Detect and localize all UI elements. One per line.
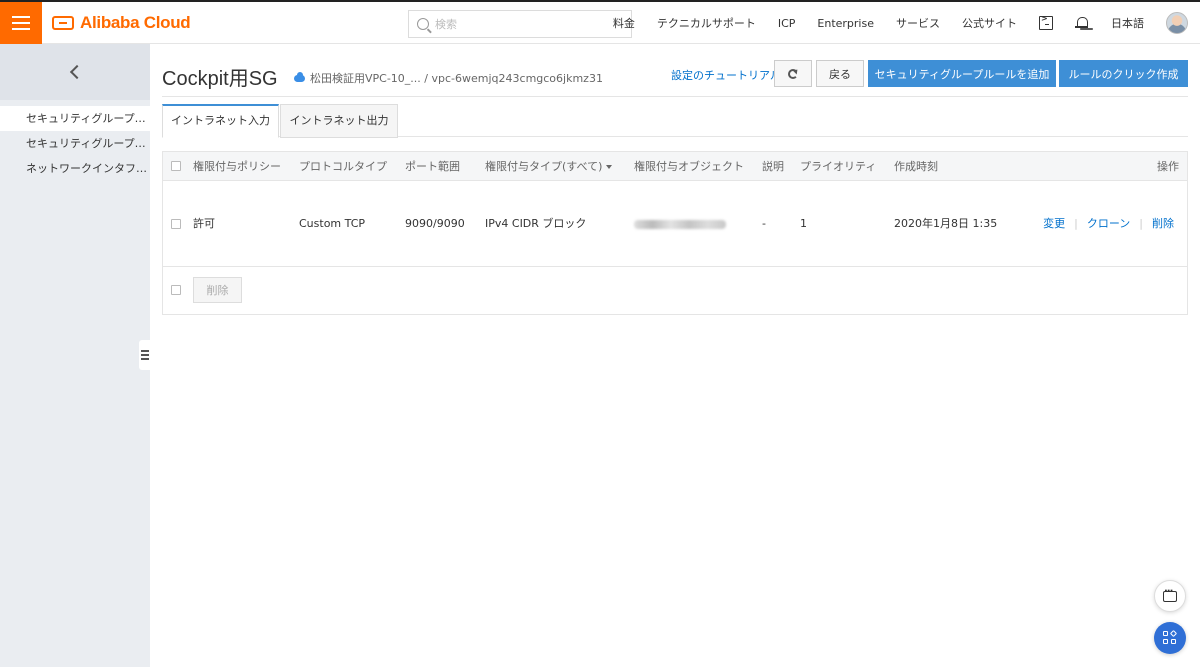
modify-link[interactable]: 変更 bbox=[1043, 217, 1065, 230]
header-actions: 操作 bbox=[1157, 160, 1179, 173]
logo-text: Alibaba Cloud bbox=[80, 13, 191, 32]
apps-grid-icon bbox=[1163, 629, 1178, 645]
header-priority: プライオリティ bbox=[800, 160, 877, 173]
sidebar-collapse-handle[interactable] bbox=[139, 340, 151, 370]
divider bbox=[162, 96, 1188, 97]
header-auth-type-filter[interactable]: 権限付与タイプ(すべて) bbox=[485, 152, 613, 181]
cell-created: 2020年1月8日 1:35 bbox=[894, 217, 998, 230]
refresh-button[interactable] bbox=[774, 60, 812, 87]
action-separator: | bbox=[1074, 217, 1078, 230]
table-header: 権限付与ポリシー プロトコルタイプ ポート範囲 権限付与タイプ(すべて) 権限付… bbox=[163, 152, 1187, 181]
page-title: Cockpit用SG bbox=[162, 68, 278, 90]
cell-protocol: Custom TCP bbox=[299, 217, 366, 230]
header-created: 作成時刻 bbox=[894, 160, 938, 173]
sidebar-item-security-group-rules[interactable]: セキュリティグループ… bbox=[0, 106, 150, 131]
top-bar: Alibaba Cloud 料金 テクニカルサポート ICP Enterpris… bbox=[0, 0, 1200, 44]
search-icon bbox=[417, 18, 429, 30]
table-footer: 削除 bbox=[163, 267, 1187, 314]
tutorial-link[interactable]: 設定のチュートリアル bbox=[671, 67, 781, 83]
cell-priority: 1 bbox=[800, 217, 807, 230]
header-auth-type: 権限付与タイプ(すべて) bbox=[485, 160, 603, 173]
alibaba-cloud-logo[interactable]: Alibaba Cloud bbox=[52, 13, 191, 33]
table-row: 許可 Custom TCP 9090/9090 IPv4 CIDR ブロック -… bbox=[163, 181, 1187, 267]
search-input[interactable] bbox=[435, 17, 615, 31]
chevron-left-icon bbox=[69, 64, 85, 80]
tabs: イントラネット入力 イントラネット出力 bbox=[162, 104, 1188, 138]
cell-policy: 許可 bbox=[193, 217, 215, 230]
cloud-icon bbox=[294, 71, 305, 82]
nav-support[interactable]: テクニカルサポート bbox=[657, 15, 756, 31]
bulk-delete-button[interactable]: 削除 bbox=[193, 277, 242, 303]
sidebar-item-security-group-instances[interactable]: セキュリティグループ… bbox=[0, 131, 150, 156]
delete-link[interactable]: 削除 bbox=[1152, 217, 1174, 230]
nav-pricing[interactable]: 料金 bbox=[613, 15, 635, 31]
language-selector[interactable]: 日本語 bbox=[1111, 15, 1144, 31]
quick-create-button[interactable]: ルールのクリック作成 bbox=[1059, 60, 1188, 87]
clone-link[interactable]: クローン bbox=[1087, 217, 1130, 230]
redacted-ip bbox=[634, 219, 726, 229]
row-checkbox[interactable] bbox=[171, 219, 181, 229]
cell-auth-object bbox=[634, 181, 726, 267]
nav-official-site[interactable]: 公式サイト bbox=[962, 15, 1017, 31]
vpc-info-text: 松田検証用VPC-10_... / vpc-6wemjq243cmgco6jkm… bbox=[310, 72, 603, 85]
sidebar-list: セキュリティグループ… セキュリティグループ… ネットワークインタフ… bbox=[0, 106, 150, 181]
caret-down-icon bbox=[606, 165, 613, 169]
header-port: ポート範囲 bbox=[405, 160, 460, 173]
nav-enterprise[interactable]: Enterprise bbox=[817, 17, 874, 30]
refresh-icon bbox=[788, 68, 798, 79]
cell-auth-type: IPv4 CIDR ブロック bbox=[485, 217, 587, 230]
bell-icon[interactable] bbox=[1075, 16, 1089, 30]
menu-icon[interactable] bbox=[0, 2, 42, 44]
nav-services[interactable]: サービス bbox=[896, 15, 940, 31]
header-protocol: プロトコルタイプ bbox=[299, 160, 387, 173]
header-auth-object: 権限付与オブジェクト bbox=[634, 160, 744, 173]
header-policy: 権限付与ポリシー bbox=[193, 160, 281, 173]
sidebar-item-network-interfaces[interactable]: ネットワークインタフ… bbox=[0, 156, 150, 181]
chat-icon bbox=[1163, 586, 1177, 602]
rules-table: 権限付与ポリシー プロトコルタイプ ポート範囲 権限付与タイプ(すべて) 権限付… bbox=[162, 151, 1188, 315]
row-actions: 変更 | クローン | 削除 bbox=[1043, 181, 1174, 267]
action-separator: | bbox=[1139, 217, 1143, 230]
add-rule-button[interactable]: セキュリティグループルールを追加 bbox=[868, 60, 1056, 87]
top-nav: 料金 テクニカルサポート ICP Enterprise サービス 公式サイト 日… bbox=[613, 2, 1200, 44]
select-all-checkbox[interactable] bbox=[171, 161, 181, 171]
sidebar: セキュリティグループ… セキュリティグループ… ネットワークインタフ… bbox=[0, 44, 151, 667]
header-description: 説明 bbox=[762, 160, 784, 173]
title-row: Cockpit用SG 松田検証用VPC-10_... / vpc-6wemjq2… bbox=[162, 60, 1188, 90]
back-button[interactable] bbox=[0, 44, 150, 100]
tab-inbound[interactable]: イントラネット入力 bbox=[162, 104, 279, 138]
cell-port: 9090/9090 bbox=[405, 217, 465, 230]
avatar[interactable] bbox=[1166, 12, 1188, 34]
apps-button[interactable] bbox=[1154, 622, 1186, 654]
logo-mark-icon bbox=[52, 16, 74, 30]
cell-description: - bbox=[762, 217, 766, 230]
footer-select-all-checkbox[interactable] bbox=[171, 285, 181, 295]
terminal-icon[interactable] bbox=[1039, 14, 1053, 30]
nav-icp[interactable]: ICP bbox=[778, 17, 796, 30]
chat-button[interactable] bbox=[1154, 580, 1186, 612]
back-text-button[interactable]: 戻る bbox=[816, 60, 864, 87]
tab-outbound[interactable]: イントラネット出力 bbox=[280, 104, 398, 138]
search-box[interactable] bbox=[408, 10, 632, 38]
vpc-info: 松田検証用VPC-10_... / vpc-6wemjq243cmgco6jkm… bbox=[294, 70, 603, 86]
